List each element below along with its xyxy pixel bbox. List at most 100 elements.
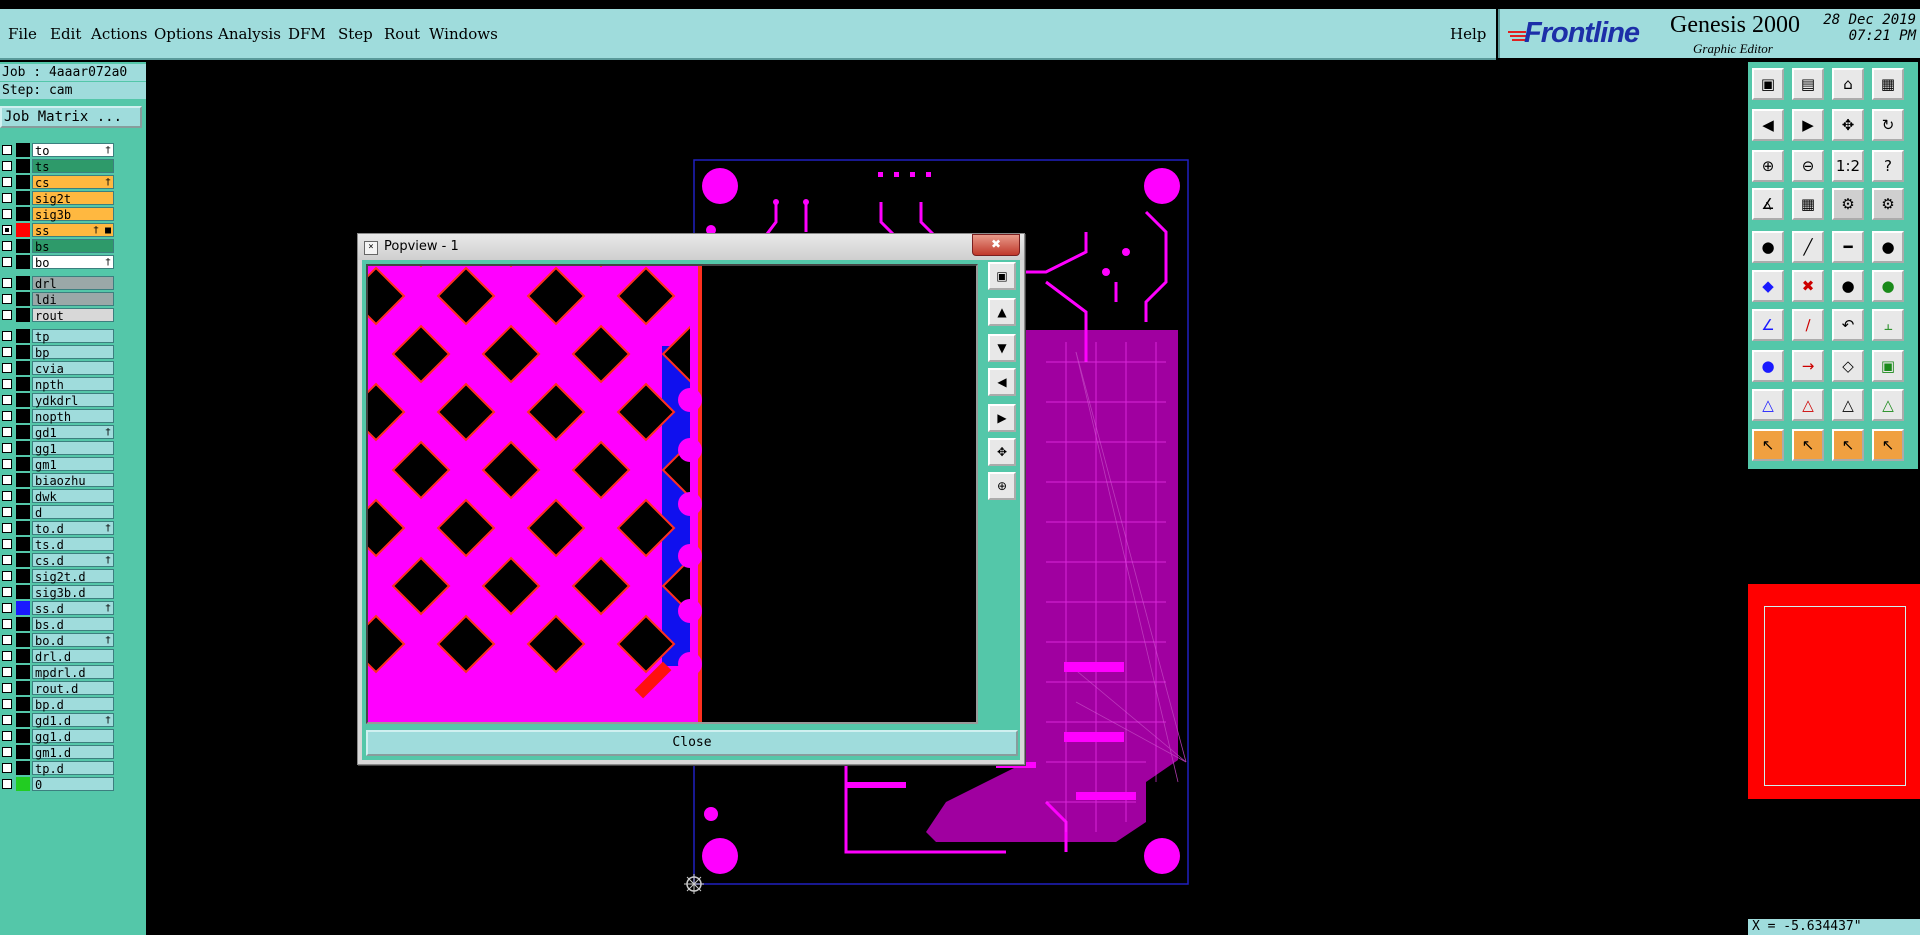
pad-icon[interactable]: ● <box>1752 231 1784 263</box>
layer-row-to-d[interactable]: to.d † <box>0 520 118 536</box>
layer-row-ydkdrl[interactable]: ydkdrl <box>0 392 118 408</box>
layer-color-swatch[interactable] <box>16 521 30 535</box>
layer-checkbox[interactable] <box>2 587 12 597</box>
pv-zoom-out-icon[interactable]: ▼ <box>988 334 1016 362</box>
layer-color-swatch[interactable] <box>16 239 30 253</box>
layer-row-cs[interactable]: cs † <box>0 174 118 190</box>
layer-name[interactable]: drl <box>32 276 114 291</box>
layer-checkbox[interactable] <box>2 161 12 171</box>
overview-map[interactable] <box>1748 584 1920 799</box>
layer-row-to[interactable]: to † <box>0 142 118 158</box>
menu-help[interactable]: Help <box>1450 25 1486 43</box>
layer-name[interactable]: bs <box>32 239 114 254</box>
layer-color-swatch[interactable] <box>16 207 30 221</box>
layer-name[interactable]: sig3b <box>32 207 114 222</box>
layer-name[interactable]: gm1 <box>32 457 114 472</box>
pv-center-icon[interactable]: ⊕ <box>988 472 1016 500</box>
layer-row-ss-d[interactable]: ss.d † <box>0 600 118 616</box>
layer-name[interactable]: cs † <box>32 175 114 190</box>
layer-color-swatch[interactable] <box>16 681 30 695</box>
layer-name[interactable]: d <box>32 505 114 520</box>
segment-icon[interactable]: ● <box>1832 270 1864 302</box>
layer-row-sig2t[interactable]: sig2t <box>0 190 118 206</box>
layer-color-swatch[interactable] <box>16 377 30 391</box>
grid-icon[interactable]: ▦ <box>1792 188 1824 220</box>
layer-row-ldi[interactable]: ldi <box>0 291 118 307</box>
layer-color-swatch[interactable] <box>16 292 30 306</box>
pointer-select-icon[interactable]: ↖ <box>1792 429 1824 461</box>
layer-name[interactable]: ss.d † <box>32 601 114 616</box>
zoom-home-icon[interactable]: ▤ <box>1792 68 1824 100</box>
layer-color-swatch[interactable] <box>16 633 30 647</box>
triangle-icon[interactable]: △ <box>1752 389 1784 421</box>
triangle-a-icon[interactable]: △ <box>1792 389 1824 421</box>
net-icon[interactable]: ⚙ <box>1832 188 1864 220</box>
layer-color-swatch[interactable] <box>16 729 30 743</box>
layer-checkbox[interactable] <box>2 209 12 219</box>
flip-icon[interactable]: ⫠ <box>1872 309 1904 341</box>
snap-icon[interactable]: ▣ <box>1752 68 1784 100</box>
menu-analysis[interactable]: Analysis <box>218 25 281 43</box>
layer-row-nopth[interactable]: nopth <box>0 408 118 424</box>
layer-checkbox[interactable] <box>2 699 12 709</box>
layer-name[interactable]: sig2t <box>32 191 114 206</box>
layer-row-bs-d[interactable]: bs.d <box>0 616 118 632</box>
layer-checkbox[interactable] <box>2 177 12 187</box>
layer-checkbox[interactable] <box>2 363 12 373</box>
layer-color-swatch[interactable] <box>16 713 30 727</box>
group-icon[interactable]: ▣ <box>1872 350 1904 382</box>
angle-icon[interactable]: ∠ <box>1752 309 1784 341</box>
layer-color-swatch[interactable] <box>16 665 30 679</box>
layer-name[interactable]: rout <box>32 308 114 323</box>
layer-color-swatch[interactable] <box>16 409 30 423</box>
layer-row-ts[interactable]: ts <box>0 158 118 174</box>
cross-icon[interactable]: ✖ <box>1792 270 1824 302</box>
layer-name[interactable]: gd1.d † <box>32 713 114 728</box>
node-icon[interactable]: ◆ <box>1752 270 1784 302</box>
layer-row-gd1-d[interactable]: gd1.d † <box>0 712 118 728</box>
layer-name[interactable]: nopth <box>32 409 114 424</box>
menu-windows[interactable]: Windows <box>429 25 498 43</box>
layer-row-gm1-d[interactable]: gm1.d <box>0 744 118 760</box>
popview-close-button[interactable]: Close <box>366 730 1018 756</box>
layer-checkbox[interactable] <box>2 145 12 155</box>
layer-checkbox[interactable] <box>2 294 12 304</box>
layer-color-swatch[interactable] <box>16 777 30 791</box>
layer-checkbox[interactable] <box>2 443 12 453</box>
layer-name[interactable]: sig2t.d <box>32 569 114 584</box>
layer-color-swatch[interactable] <box>16 553 30 567</box>
dot-icon[interactable]: ● <box>1872 231 1904 263</box>
layer-color-swatch[interactable] <box>16 761 30 775</box>
layer-row-tp[interactable]: tp <box>0 328 118 344</box>
layer-checkbox[interactable] <box>2 395 12 405</box>
menu-rout[interactable]: Rout <box>384 25 420 43</box>
layer-checkbox[interactable] <box>2 731 12 741</box>
layer-name[interactable]: bo.d † <box>32 633 114 648</box>
popview-canvas[interactable] <box>366 264 978 724</box>
layer-color-swatch[interactable] <box>16 441 30 455</box>
pointer-edit-icon[interactable]: ↖ <box>1832 429 1864 461</box>
layer-name[interactable]: ss † ■ <box>32 223 114 238</box>
layer-color-swatch[interactable] <box>16 329 30 343</box>
layer-name[interactable]: drl.d <box>32 649 114 664</box>
menu-step[interactable]: Step <box>338 25 373 43</box>
ruler-icon[interactable]: ━ <box>1832 231 1864 263</box>
layer-checkbox[interactable] <box>2 779 12 789</box>
layer-color-swatch[interactable] <box>16 585 30 599</box>
layer-name[interactable]: ldi <box>32 292 114 307</box>
layer-color-swatch[interactable] <box>16 537 30 551</box>
layer-checkbox[interactable] <box>2 715 12 725</box>
layer-checkbox[interactable] <box>2 523 12 533</box>
zoom-in-icon[interactable]: ⊕ <box>1752 150 1784 182</box>
layer-row-bo-d[interactable]: bo.d † <box>0 632 118 648</box>
pv-pan-left-icon[interactable]: ◀ <box>988 368 1016 396</box>
layer-name[interactable]: bp <box>32 345 114 360</box>
layer-row-sig2t-d[interactable]: sig2t.d <box>0 568 118 584</box>
layer-color-swatch[interactable] <box>16 569 30 583</box>
redraw-icon[interactable]: ↻ <box>1872 109 1904 141</box>
layer-name[interactable]: npth <box>32 377 114 392</box>
layer-row-ts-d[interactable]: ts.d <box>0 536 118 552</box>
layer-checkbox[interactable] <box>2 257 12 267</box>
window-close-button[interactable]: ✖ <box>972 234 1020 256</box>
layer-row-rout[interactable]: rout <box>0 307 118 323</box>
